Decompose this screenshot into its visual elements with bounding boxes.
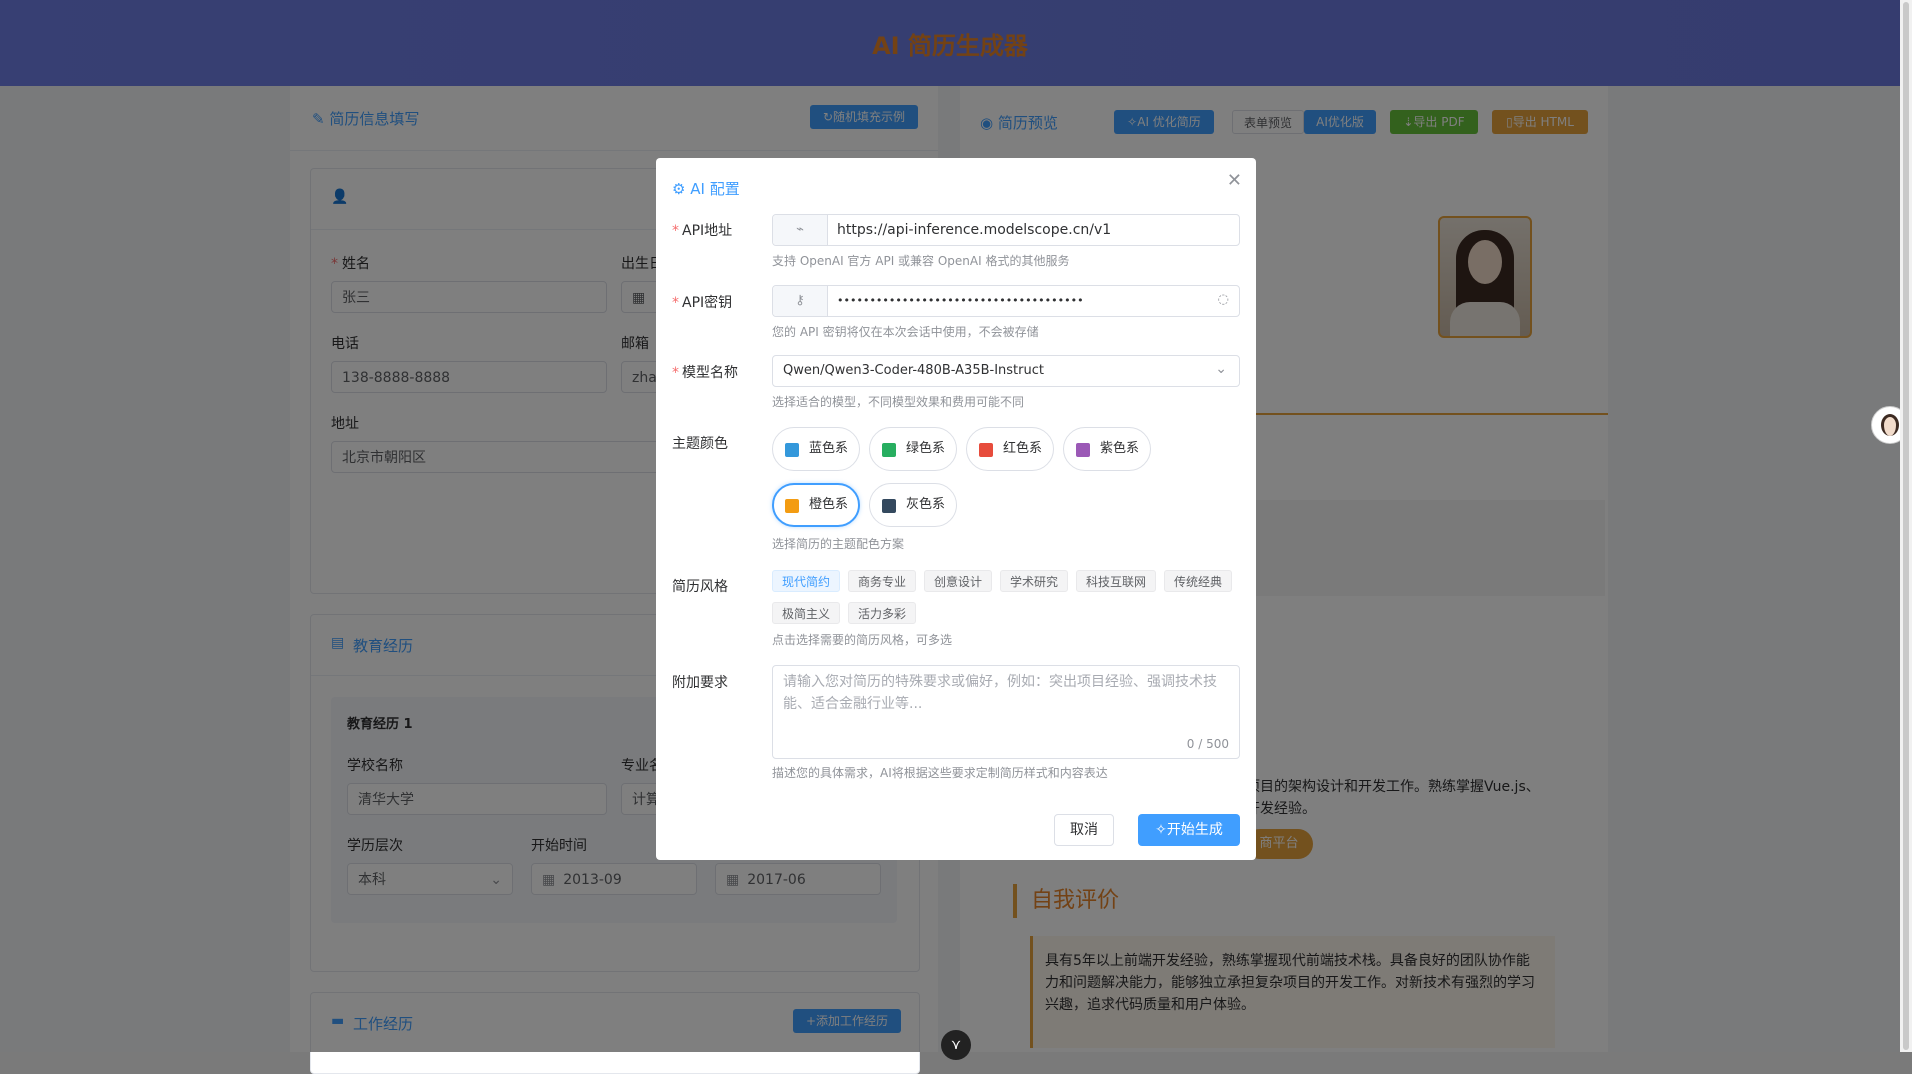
page: AI 简历生成器 ✎ 简历信息填写 ↻随机填充示例 👤 *姓名 张三 出生日 ▦… — [0, 0, 1909, 1074]
theme-label-text: 红色系 — [1003, 441, 1043, 456]
theme-red-button[interactable]: 红色系 — [966, 427, 1054, 471]
model-label: * 模型名称 — [672, 365, 738, 381]
model-value: Qwen/Qwen3-Coder-480B-A35B-Instruct — [783, 363, 1044, 378]
api-url-input[interactable]: ⌁ https://api-inference.modelscope.cn/v1 — [772, 214, 1240, 246]
extra-label: 附加要求 — [672, 675, 728, 691]
theme-label-text: 灰色系 — [906, 497, 946, 512]
key-icon: ⚷ — [773, 286, 828, 316]
close-icon[interactable]: ✕ — [1227, 170, 1242, 191]
theme-green-button[interactable]: 绿色系 — [869, 427, 957, 471]
window-scrollbar[interactable] — [1900, 0, 1912, 1052]
dialog-title-text: AI 配置 — [690, 180, 740, 198]
dialog-title: ⚙ AI 配置 — [672, 178, 740, 199]
chevron-down-icon: ⌄ — [1215, 361, 1227, 377]
link-icon: ⌁ — [773, 215, 828, 245]
theme-label-text: 蓝色系 — [809, 441, 849, 456]
scrollbar-thumb[interactable] — [1903, 2, 1909, 1050]
extra-placeholder: 请输入您对简历的特殊要求或偏好，例如：突出项目经验、强调技术技能、适合金融行业等… — [783, 674, 1217, 712]
color-swatch — [1076, 443, 1090, 457]
style-label: 简历风格 — [672, 579, 728, 595]
style-tag-business[interactable]: 商务专业 — [848, 570, 916, 592]
api-key-value: •••••••••••••••••••••••••••••••••••••• — [837, 294, 1084, 307]
api-url-value: https://api-inference.modelscope.cn/v1 — [837, 222, 1112, 238]
theme-label-text: 橙色系 — [809, 497, 849, 512]
theme-label-text: 紫色系 — [1100, 441, 1140, 456]
theme-orange-button[interactable]: 橙色系 — [772, 483, 860, 527]
extra-requirements-textarea[interactable]: 请输入您对简历的特殊要求或偏好，例如：突出项目经验、强调技术技能、适合金融行业等… — [772, 665, 1240, 759]
char-counter: 0 / 500 — [1186, 737, 1229, 751]
theme-purple-button[interactable]: 紫色系 — [1063, 427, 1151, 471]
style-tag-vibrant[interactable]: 活力多彩 — [848, 602, 916, 624]
api-url-hint: 支持 OpenAI 官方 API 或兼容 OpenAI 格式的其他服务 — [772, 254, 1070, 268]
style-tag-academic[interactable]: 学术研究 — [1000, 570, 1068, 592]
ai-config-dialog: ⚙ AI 配置 ✕ * API地址 ⌁ https://api-inference… — [656, 158, 1256, 860]
generate-button[interactable]: ✧开始生成 — [1138, 814, 1240, 846]
model-select[interactable]: Qwen/Qwen3-Coder-480B-A35B-Instruct ⌄ — [772, 355, 1240, 387]
style-tag-tech[interactable]: 科技互联网 — [1076, 570, 1156, 592]
style-tag-creative[interactable]: 创意设计 — [924, 570, 992, 592]
model-hint: 选择适合的模型，不同模型效果和费用可能不同 — [772, 395, 1025, 409]
extra-hint: 描述您的具体需求，AI将根据这些要求定制简历样式和内容表达 — [772, 766, 1108, 780]
sparkle-icon: ✧ — [1155, 822, 1167, 838]
api-url-label: * API地址 — [672, 223, 733, 239]
theme-label: 主题颜色 — [672, 436, 728, 452]
style-tag-classic[interactable]: 传统经典 — [1164, 570, 1232, 592]
eye-off-icon[interactable]: ◌ — [1218, 292, 1229, 307]
color-swatch — [785, 443, 799, 457]
gear-icon: ⚙ — [672, 180, 686, 198]
theme-gray-button[interactable]: 灰色系 — [869, 483, 957, 527]
color-swatch — [882, 443, 896, 457]
color-swatch — [882, 499, 896, 513]
color-swatch — [979, 443, 993, 457]
api-key-input[interactable]: ⚷ ••••••••••••••••••••••••••••••••••••••… — [772, 285, 1240, 317]
theme-label-text: 绿色系 — [906, 441, 946, 456]
style-tag-modern[interactable]: 现代简约 — [772, 570, 840, 592]
theme-hint: 选择简历的主题配色方案 — [772, 537, 905, 551]
theme-blue-button[interactable]: 蓝色系 — [772, 427, 860, 471]
style-hint: 点击选择需要的简历风格，可多选 — [772, 633, 953, 647]
cancel-button[interactable]: 取消 — [1054, 814, 1114, 846]
generate-label: 开始生成 — [1166, 822, 1223, 838]
api-key-label: * API密钥 — [672, 295, 733, 311]
api-key-hint: 您的 API 密钥将仅在本次会话中使用，不会被存储 — [772, 325, 1039, 339]
color-swatch — [785, 499, 799, 513]
style-tag-minimal[interactable]: 极简主义 — [772, 602, 840, 624]
vue-devtools-icon[interactable]: ⋎ — [941, 1030, 971, 1060]
